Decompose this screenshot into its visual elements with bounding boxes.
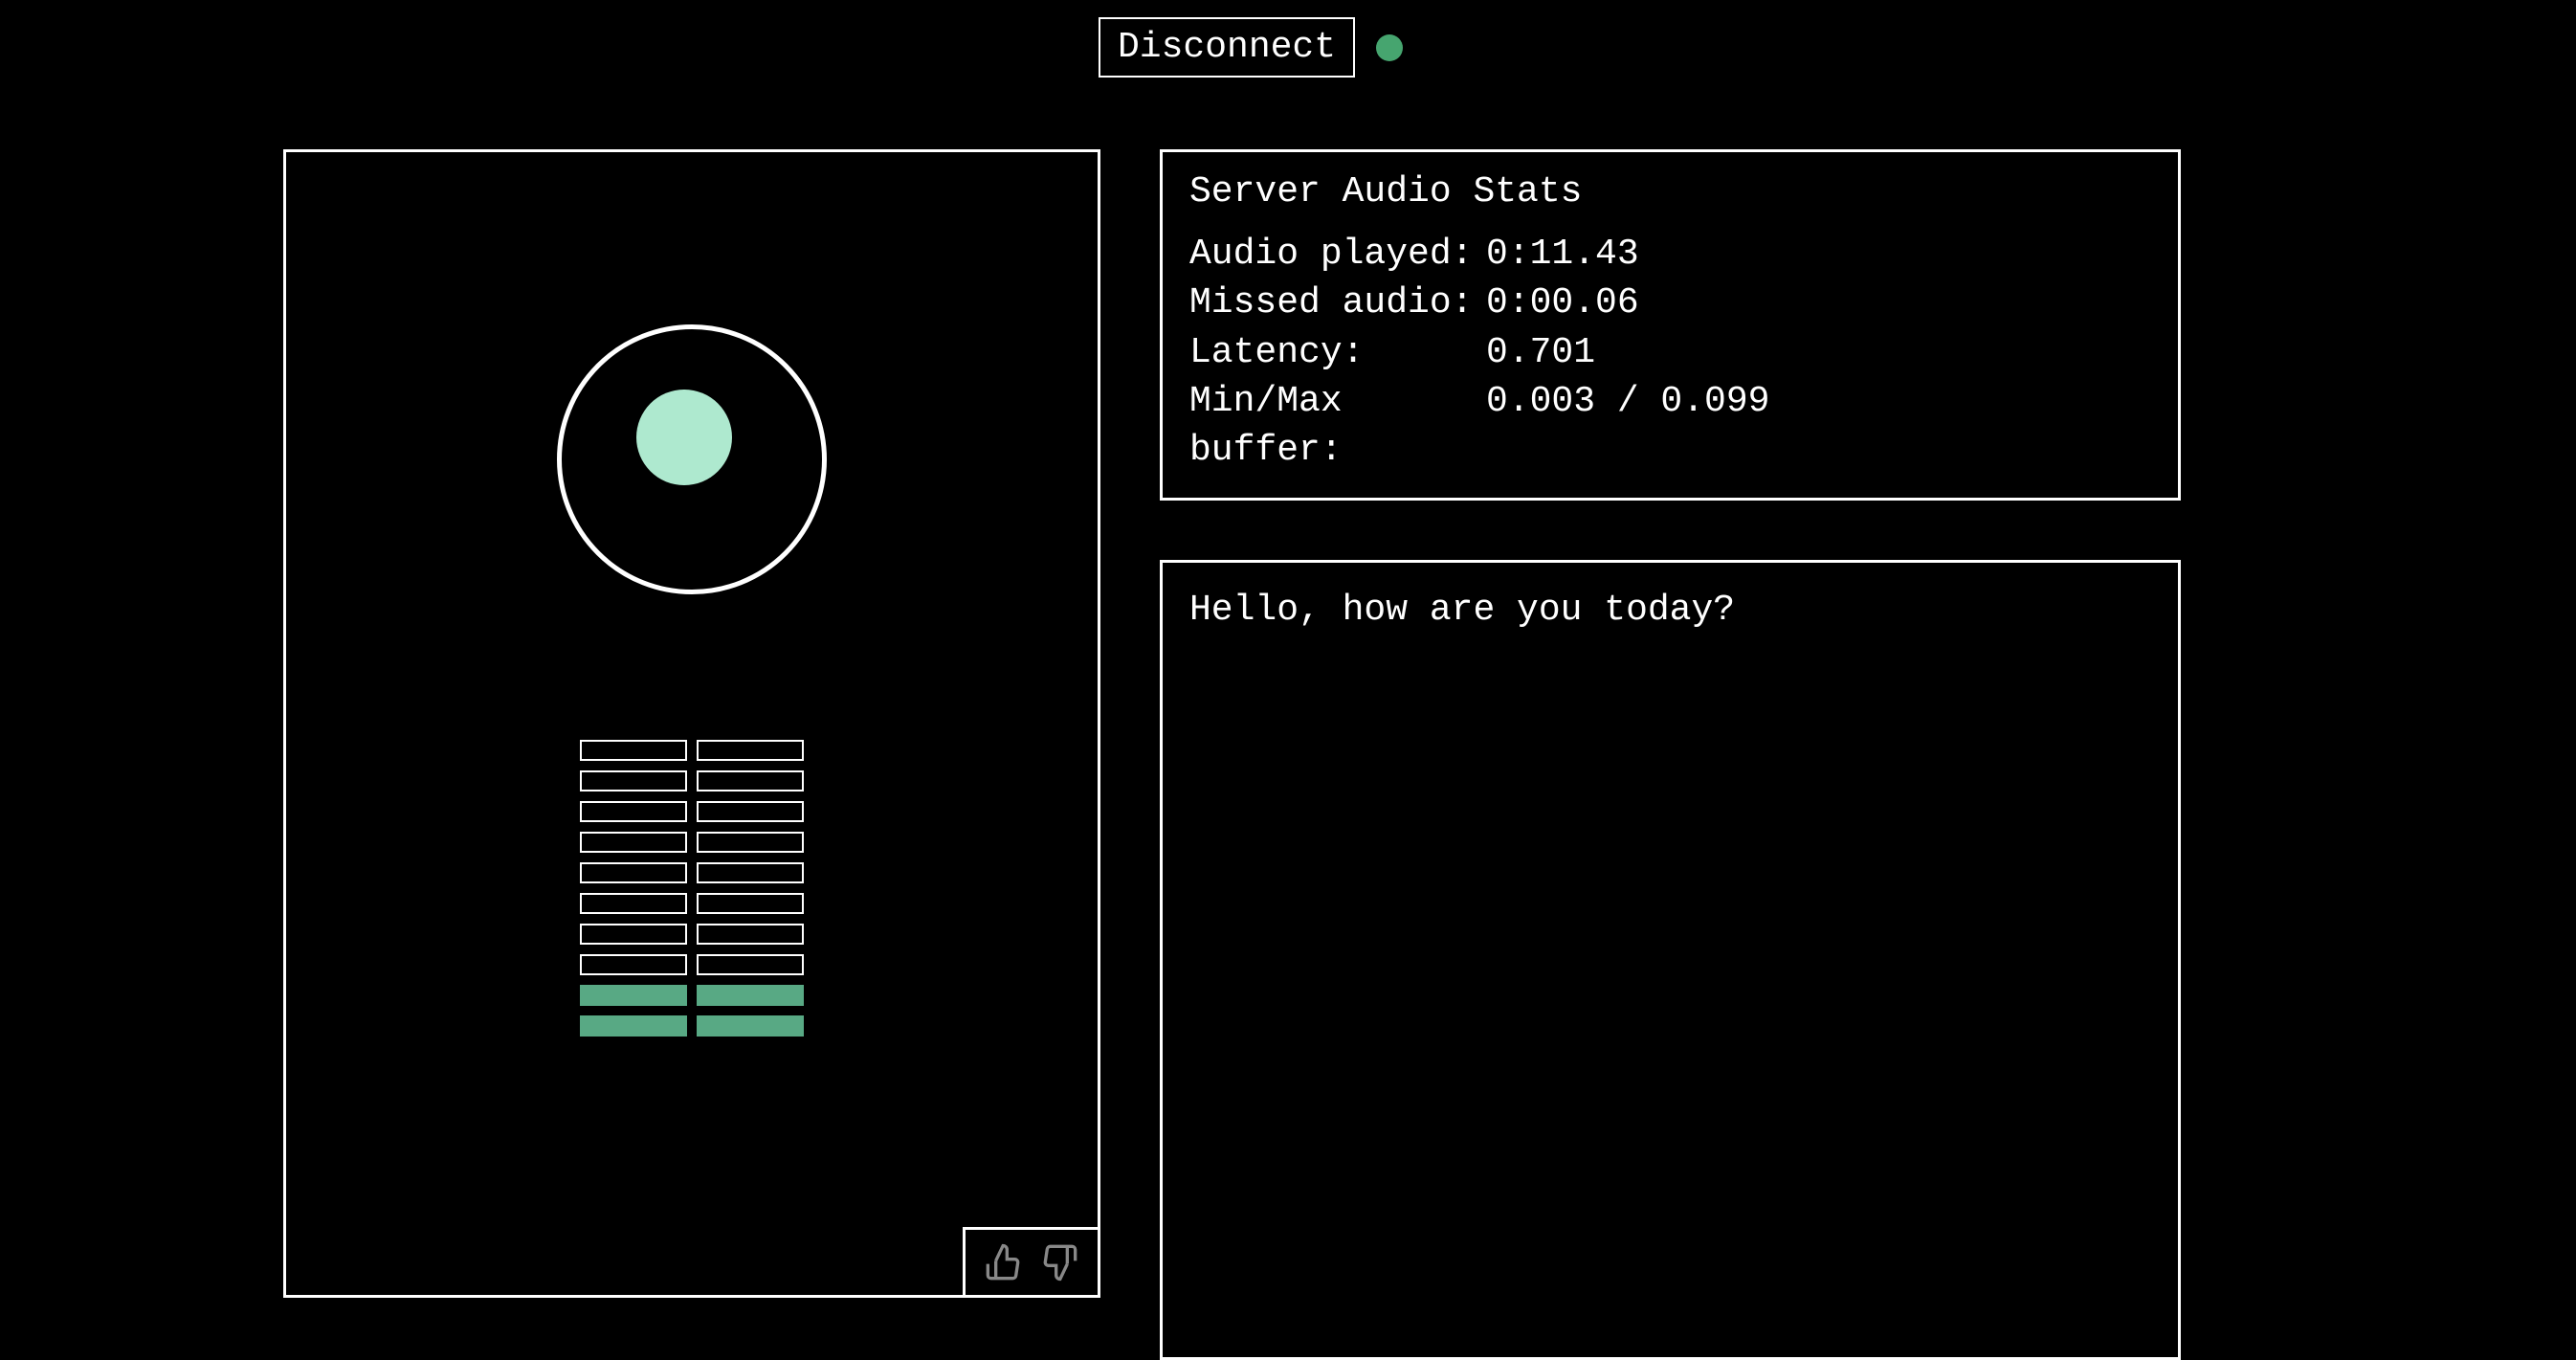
stats-value: 0.003 / 0.099	[1486, 377, 2151, 476]
stats-row: Min/Max buffer:0.003 / 0.099	[1189, 377, 2151, 476]
stats-value: 0.701	[1486, 328, 2151, 377]
meter-cell	[580, 801, 687, 822]
stats-row: Latency:0.701	[1189, 328, 2151, 377]
feedback-buttons	[963, 1227, 1100, 1298]
meter-cell	[580, 740, 687, 761]
stats-label: Audio played:	[1189, 230, 1486, 279]
meter-column-left	[580, 740, 687, 1037]
thumbs-up-icon[interactable]	[985, 1243, 1023, 1282]
meter-cell	[697, 770, 804, 791]
stats-label: Missed audio:	[1189, 279, 1486, 327]
disconnect-button[interactable]: Disconnect	[1099, 17, 1355, 78]
meter-cell	[580, 893, 687, 914]
transcript-text: Hello, how are you today?	[1189, 590, 2151, 631]
transcript-panel: Hello, how are you today?	[1160, 560, 2181, 1360]
header-bar: Disconnect	[1099, 17, 1403, 78]
stats-value: 0:00.06	[1486, 279, 2151, 327]
stats-value: 0:11.43	[1486, 230, 2151, 279]
connection-status-indicator	[1376, 34, 1403, 61]
meter-cell	[697, 893, 804, 914]
meter-cell	[697, 740, 804, 761]
stats-label: Latency:	[1189, 328, 1486, 377]
meter-cell	[580, 862, 687, 883]
main-container: Server Audio Stats Audio played:0:11.43M…	[283, 149, 2181, 1360]
meter-column-right	[697, 740, 804, 1037]
audio-circle-inner	[636, 390, 732, 485]
meter-cell	[697, 832, 804, 853]
meter-cell	[697, 924, 804, 945]
audio-level-meter	[580, 740, 804, 1037]
meter-cell	[580, 1015, 687, 1037]
stats-row: Missed audio:0:00.06	[1189, 279, 2151, 327]
meter-cell	[580, 770, 687, 791]
meter-cell	[697, 1015, 804, 1037]
meter-cell	[580, 924, 687, 945]
right-column: Server Audio Stats Audio played:0:11.43M…	[1160, 149, 2181, 1360]
meter-cell	[580, 954, 687, 975]
meter-cell	[697, 985, 804, 1006]
meter-cell	[697, 954, 804, 975]
meter-cell	[697, 862, 804, 883]
audio-stats-panel: Server Audio Stats Audio played:0:11.43M…	[1160, 149, 2181, 501]
meter-cell	[580, 832, 687, 853]
audio-visualizer-panel	[283, 149, 1100, 1298]
meter-cell	[580, 985, 687, 1006]
stats-label: Min/Max buffer:	[1189, 377, 1486, 476]
meter-cell	[697, 801, 804, 822]
stats-row: Audio played:0:11.43	[1189, 230, 2151, 279]
thumbs-down-icon[interactable]	[1040, 1243, 1078, 1282]
stats-title: Server Audio Stats	[1189, 171, 2151, 212]
